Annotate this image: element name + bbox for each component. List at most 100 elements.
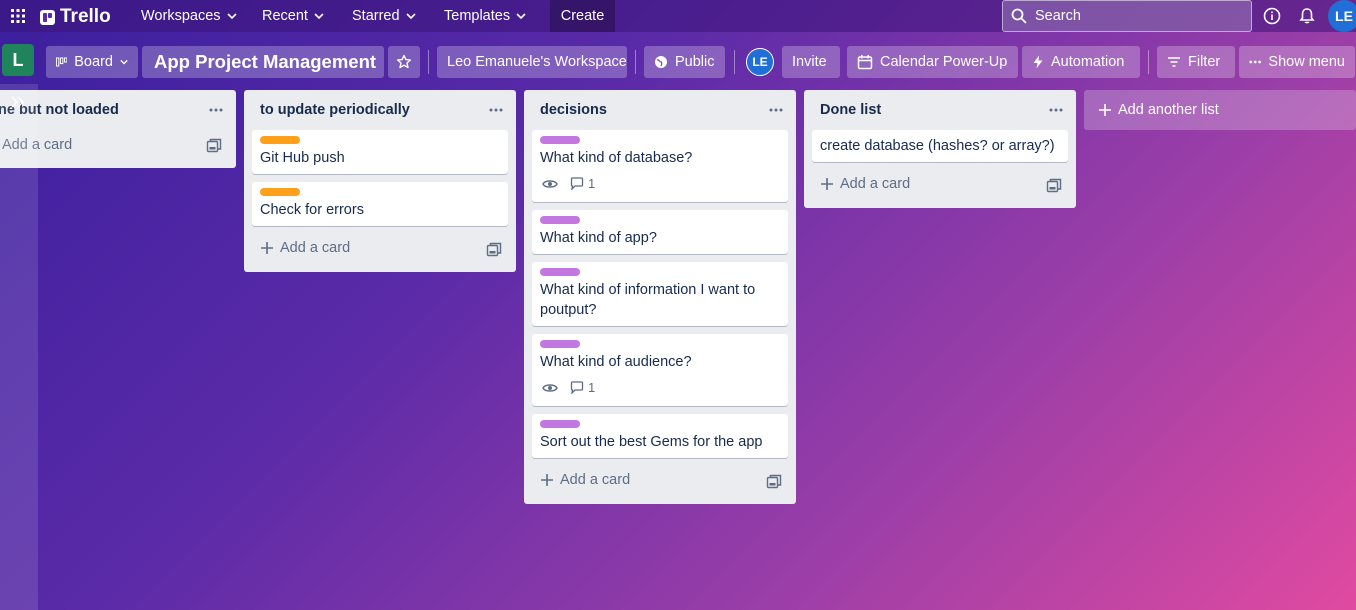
- info-icon[interactable]: [1263, 7, 1281, 25]
- comments-badge: 1: [570, 176, 595, 191]
- collapsed-panel[interactable]: [0, 84, 38, 610]
- watching-eye-icon: [542, 383, 558, 392]
- add-card-button[interactable]: Add a card: [540, 472, 630, 488]
- card[interactable]: Check for errors: [252, 182, 508, 226]
- templates-label: Templates: [444, 8, 511, 24]
- list-decisions: decisions What kind of database? 1 What …: [524, 90, 796, 504]
- card-label-purple[interactable]: [540, 136, 580, 144]
- card-title: What kind of app?: [540, 230, 657, 246]
- add-card-label: Add a card: [560, 472, 631, 488]
- search-placeholder: Search: [1035, 8, 1081, 24]
- list-actions-icon[interactable]: [766, 100, 786, 120]
- comment-icon: [570, 381, 584, 394]
- plus-icon: [821, 178, 833, 190]
- card-title: create database (hashes? or array?): [820, 138, 1055, 154]
- card-label-purple[interactable]: [540, 340, 580, 348]
- board-view-label: Board: [74, 54, 113, 70]
- card-template-icon[interactable]: [766, 474, 782, 490]
- card-label-purple[interactable]: [540, 268, 580, 276]
- card[interactable]: Sort out the best Gems for the app: [532, 414, 788, 458]
- more-dots-icon: [1249, 60, 1261, 64]
- list-done: Done list create database (hashes? or ar…: [804, 90, 1076, 208]
- lightning-icon: [1033, 55, 1043, 69]
- card-template-icon[interactable]: [206, 138, 222, 154]
- list-actions-icon[interactable]: [1046, 100, 1066, 120]
- templates-menu[interactable]: Templates: [444, 0, 526, 32]
- add-card-button[interactable]: Add a card: [260, 240, 350, 256]
- top-navigation: Trello Workspaces Recent Starred Templat…: [0, 0, 1356, 32]
- card[interactable]: Git Hub push: [252, 130, 508, 174]
- show-menu-label: Show menu: [1268, 54, 1345, 70]
- add-card-label: Add a card: [840, 176, 911, 192]
- member-avatar[interactable]: LE: [746, 48, 774, 76]
- automation-button[interactable]: Automation: [1022, 46, 1140, 78]
- recent-menu[interactable]: Recent: [262, 0, 324, 32]
- list-to-update-periodically: to update periodically Git Hub push Chec…: [244, 90, 516, 272]
- board-view-icon: [56, 57, 68, 67]
- workspace-tile[interactable]: L: [2, 44, 34, 76]
- recent-label: Recent: [262, 8, 308, 24]
- visibility-label: Public: [675, 54, 715, 70]
- search-icon: [1011, 8, 1027, 24]
- filter-icon: [1168, 57, 1180, 67]
- header-divider: [1148, 50, 1149, 74]
- board-title[interactable]: App Project Management: [142, 46, 384, 78]
- invite-button[interactable]: Invite: [782, 46, 840, 78]
- calendar-powerup-button[interactable]: Calendar Power-Up: [847, 46, 1018, 78]
- card-template-icon[interactable]: [1046, 178, 1062, 194]
- board-view-switcher[interactable]: Board: [46, 46, 138, 78]
- card-title: Check for errors: [260, 202, 364, 218]
- card-title: Git Hub push: [260, 150, 345, 166]
- app-switcher-icon[interactable]: [10, 8, 26, 24]
- chevron-down-icon: [516, 13, 526, 20]
- header-divider: [428, 50, 429, 74]
- calendar-icon: [857, 55, 873, 70]
- card-label-orange[interactable]: [260, 136, 300, 144]
- star-board-button[interactable]: [388, 46, 420, 78]
- workspaces-menu[interactable]: Workspaces: [141, 0, 237, 32]
- card-label-orange[interactable]: [260, 188, 300, 196]
- workspaces-label: Workspaces: [141, 8, 221, 24]
- list-title[interactable]: Done list: [820, 102, 881, 118]
- trello-logo-icon: [40, 9, 55, 25]
- list-actions-icon[interactable]: [486, 100, 506, 120]
- add-card-button[interactable]: Add a card: [820, 176, 910, 192]
- card-badges: 1: [542, 176, 595, 191]
- card[interactable]: What kind of audience? 1: [532, 334, 788, 406]
- workspace-button[interactable]: Leo Emanuele's Workspace: [437, 46, 627, 78]
- board-header: L Board App Project Management Leo Emanu…: [0, 40, 1356, 84]
- chevron-down-icon: [405, 13, 416, 20]
- trello-logo[interactable]: Trello: [40, 6, 111, 28]
- header-divider: [635, 50, 636, 74]
- show-menu-button[interactable]: Show menu: [1239, 46, 1355, 78]
- star-icon: [397, 54, 411, 69]
- card[interactable]: What kind of database? 1: [532, 130, 788, 202]
- add-list-button[interactable]: Add another list: [1084, 90, 1356, 130]
- notifications-bell-icon[interactable]: [1298, 7, 1316, 25]
- card-template-icon[interactable]: [486, 242, 502, 258]
- card-title: Sort out the best Gems for the app: [540, 434, 763, 450]
- calendar-powerup-label: Calendar Power-Up: [880, 54, 1008, 70]
- plus-icon: [1099, 104, 1111, 116]
- card[interactable]: create database (hashes? or array?): [812, 130, 1068, 162]
- comment-count: 1: [588, 176, 596, 191]
- plus-icon: [541, 474, 553, 486]
- list-title[interactable]: to update periodically: [260, 102, 410, 118]
- card-label-purple[interactable]: [540, 216, 580, 224]
- expand-sidebar-icon[interactable]: [10, 94, 26, 110]
- card[interactable]: What kind of app?: [532, 210, 788, 254]
- starred-menu[interactable]: Starred: [352, 0, 416, 32]
- list-title[interactable]: decisions: [540, 102, 607, 118]
- list-actions-icon[interactable]: [206, 100, 226, 120]
- starred-label: Starred: [352, 8, 400, 24]
- search-input[interactable]: Search: [1002, 0, 1252, 32]
- user-avatar[interactable]: LE: [1328, 0, 1356, 32]
- globe-icon: [655, 56, 667, 68]
- add-card-label: Add a card: [280, 240, 351, 256]
- card[interactable]: What kind of information I want to poutp…: [532, 262, 788, 326]
- card-label-purple[interactable]: [540, 420, 580, 428]
- visibility-button[interactable]: Public: [644, 46, 725, 78]
- filter-button[interactable]: Filter: [1157, 46, 1235, 78]
- create-button[interactable]: Create: [550, 0, 615, 32]
- filter-label: Filter: [1188, 54, 1221, 70]
